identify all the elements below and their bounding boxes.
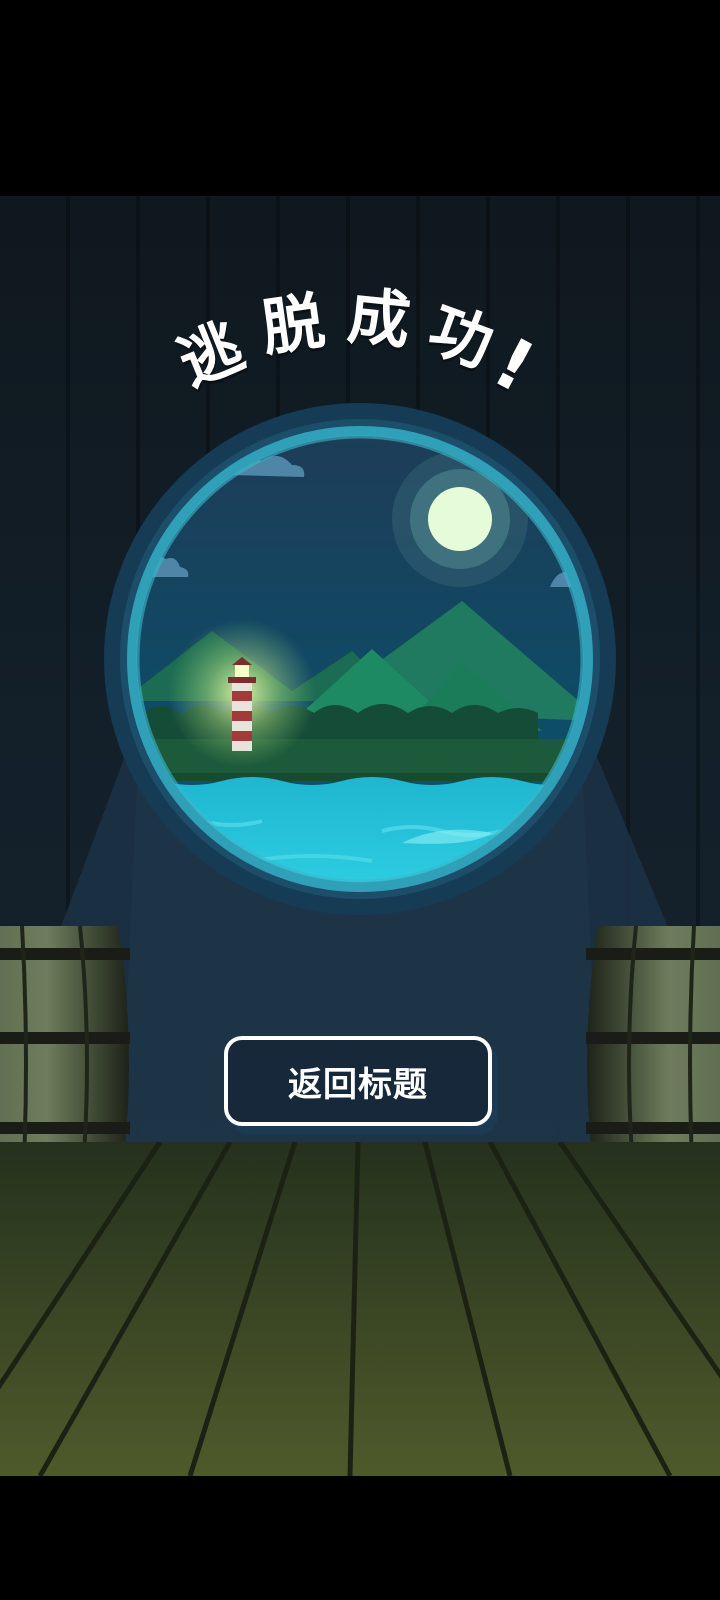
back-to-title-label: 返回标题 — [288, 1064, 428, 1105]
back-to-title-button[interactable]: 返回标题 — [224, 1036, 492, 1126]
title-char-1: 逃 — [168, 309, 254, 400]
porthole — [104, 403, 616, 915]
game-frame: 逃 脱 成 功 ! 返回标题 — [0, 0, 720, 1600]
title-char-2: 脱 — [257, 284, 329, 365]
escape-success-scene: 逃 脱 成 功 ! 返回标题 — [0, 196, 720, 1476]
title-char-3: 成 — [344, 278, 414, 359]
title-char-4: 功 — [419, 291, 503, 382]
wooden-floor — [0, 1142, 720, 1476]
